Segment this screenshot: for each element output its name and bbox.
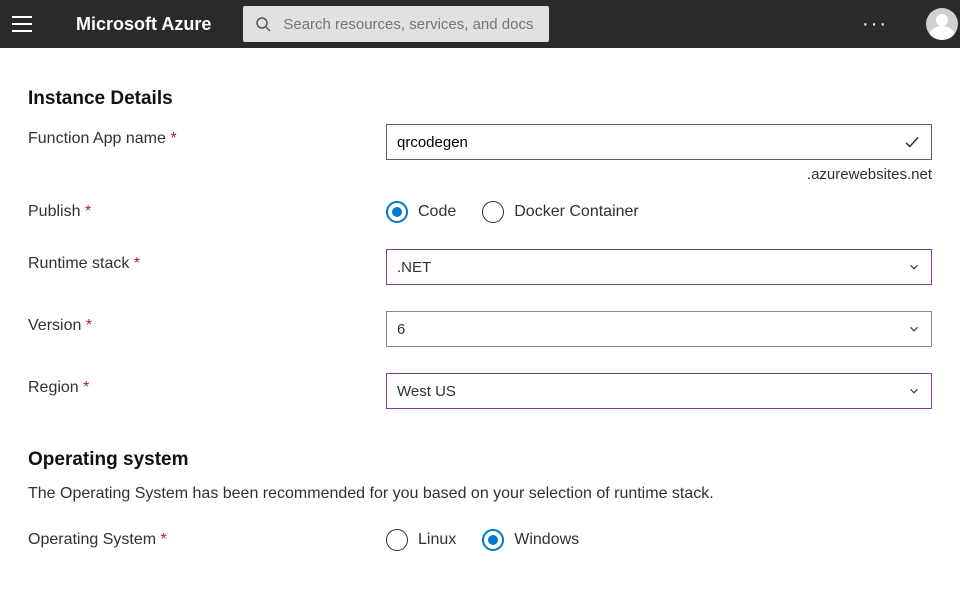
- brand-label: Microsoft Azure: [76, 14, 211, 35]
- radio-label: Docker Container: [514, 203, 639, 221]
- radio-label: Linux: [418, 531, 456, 549]
- os-radio-windows[interactable]: Windows: [482, 529, 579, 551]
- select-value: West US: [397, 383, 456, 400]
- radio-label: Code: [418, 203, 456, 221]
- search-icon: [255, 16, 271, 32]
- function-app-name-input[interactable]: [397, 134, 903, 151]
- version-select[interactable]: 6: [386, 311, 932, 347]
- row-region: Region * West US: [28, 373, 932, 409]
- row-publish: Publish * Code Docker Container: [28, 197, 932, 223]
- region-select[interactable]: West US: [386, 373, 932, 409]
- publish-radio-docker[interactable]: Docker Container: [482, 201, 639, 223]
- more-menu-icon[interactable]: ···: [854, 13, 896, 36]
- os-radio-group: Linux Windows: [386, 525, 932, 551]
- label-function-app-name: Function App name *: [28, 124, 386, 148]
- form-content: Instance Details Function App name * .az…: [0, 48, 960, 551]
- row-version: Version * 6: [28, 311, 932, 347]
- radio-icon: [482, 201, 504, 223]
- required-mark: *: [134, 255, 140, 272]
- publish-radio-code[interactable]: Code: [386, 201, 456, 223]
- select-value: .NET: [397, 259, 431, 276]
- runtime-stack-select[interactable]: .NET: [386, 249, 932, 285]
- required-mark: *: [86, 317, 92, 334]
- function-app-name-suffix: .azurewebsites.net: [386, 166, 932, 183]
- publish-radio-group: Code Docker Container: [386, 197, 932, 223]
- radio-label: Windows: [514, 531, 579, 549]
- radio-icon: [386, 529, 408, 551]
- checkmark-icon: [903, 133, 921, 151]
- select-value: 6: [397, 321, 405, 338]
- required-mark: *: [85, 203, 91, 220]
- label-version: Version *: [28, 311, 386, 335]
- os-radio-linux[interactable]: Linux: [386, 529, 456, 551]
- label-operating-system: Operating System *: [28, 525, 386, 549]
- required-mark: *: [170, 130, 176, 147]
- top-bar: Microsoft Azure ···: [0, 0, 960, 48]
- required-mark: *: [161, 531, 167, 548]
- operating-system-heading: Operating system: [28, 449, 932, 471]
- label-publish: Publish *: [28, 197, 386, 221]
- search-input[interactable]: [283, 16, 536, 33]
- label-region: Region *: [28, 373, 386, 397]
- row-operating-system: Operating System * Linux Windows: [28, 525, 932, 551]
- avatar-icon[interactable]: [926, 8, 958, 40]
- global-search[interactable]: [243, 6, 548, 42]
- required-mark: *: [83, 379, 89, 396]
- row-runtime-stack: Runtime stack * .NET: [28, 249, 932, 285]
- label-runtime-stack: Runtime stack *: [28, 249, 386, 273]
- chevron-down-icon: [907, 384, 921, 398]
- chevron-down-icon: [907, 260, 921, 274]
- row-function-app-name: Function App name * .azurewebsites.net: [28, 124, 932, 183]
- radio-icon: [482, 529, 504, 551]
- operating-system-help: The Operating System has been recommende…: [28, 485, 932, 503]
- function-app-name-field-wrapper: [386, 124, 932, 160]
- hamburger-menu-icon[interactable]: [12, 14, 32, 34]
- chevron-down-icon: [907, 322, 921, 336]
- instance-details-heading: Instance Details: [28, 88, 932, 110]
- radio-icon: [386, 201, 408, 223]
